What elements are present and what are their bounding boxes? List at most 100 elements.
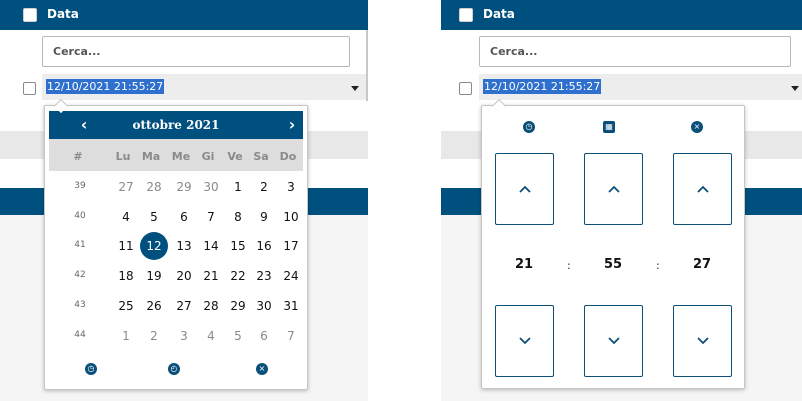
- increment-minutes-button[interactable]: [584, 153, 643, 225]
- calendar-day[interactable]: 7: [197, 203, 225, 231]
- increment-seconds-button[interactable]: [673, 153, 732, 225]
- calendar-day[interactable]: 2: [250, 173, 278, 201]
- chevron-up-icon: [697, 185, 709, 193]
- decrement-hours-button[interactable]: [495, 305, 554, 377]
- time-separator: :: [567, 259, 571, 272]
- weekday-label: Gi: [201, 150, 215, 163]
- datetime-field[interactable]: 12/10/2021 21:55:27: [42, 74, 368, 100]
- week-number: 40: [74, 211, 86, 221]
- week-number: 39: [74, 181, 86, 191]
- calendar-day[interactable]: 8: [224, 203, 252, 231]
- minutes-value[interactable]: 55: [593, 257, 633, 272]
- calendar-day[interactable]: 4: [112, 203, 140, 231]
- column-divider: [366, 30, 368, 101]
- calendar-day[interactable]: 1: [112, 322, 140, 350]
- week-number: 43: [74, 300, 86, 310]
- calendar-day[interactable]: 25: [112, 292, 140, 320]
- weekday-label: Do: [279, 150, 297, 163]
- row-checkbox[interactable]: [459, 82, 472, 95]
- calendar-day[interactable]: 3: [277, 173, 305, 201]
- calendar-day[interactable]: 6: [170, 203, 198, 231]
- calendar-day[interactable]: 30: [197, 173, 225, 201]
- weekday-label: Sa: [253, 150, 269, 163]
- decrement-seconds-button[interactable]: [673, 305, 732, 377]
- clock-icon[interactable]: ◴: [168, 363, 180, 375]
- calendar-icon[interactable]: ▦: [603, 121, 615, 133]
- calendar-day[interactable]: 18: [112, 262, 140, 290]
- calendar-day[interactable]: 15: [224, 232, 252, 260]
- datetime-value[interactable]: 12/10/2021 21:55:27: [483, 79, 602, 94]
- time-picker-popup: ◷ ▦ × 21 : 55 : 27: [481, 105, 745, 389]
- hours-value[interactable]: 21: [504, 257, 544, 272]
- calendar-day[interactable]: 26: [140, 292, 168, 320]
- calendar-day[interactable]: 22: [224, 262, 252, 290]
- weekday-label: Ve: [227, 150, 243, 163]
- filter-input[interactable]: Cerca...: [42, 36, 350, 67]
- date-picker-popup: ‹ ottobre 2021 › # Lu Ma Me Gi Ve Sa Do …: [44, 105, 308, 390]
- chevron-up-icon: [519, 185, 531, 193]
- seconds-value[interactable]: 27: [682, 257, 722, 272]
- column-title: Data: [483, 7, 515, 21]
- calendar-day[interactable]: 10: [277, 203, 305, 231]
- dropdown-arrow-icon[interactable]: [351, 86, 359, 91]
- month-header: ‹ ottobre 2021 ›: [49, 111, 303, 139]
- calendar-day[interactable]: 29: [224, 292, 252, 320]
- calendar-day[interactable]: 28: [140, 173, 168, 201]
- time-separator: :: [656, 259, 660, 272]
- calendar-day[interactable]: 17: [277, 232, 305, 260]
- weekday-header: # Lu Ma Me Gi Ve Sa Do: [49, 139, 303, 171]
- calendar-day[interactable]: 1: [224, 173, 252, 201]
- calendar-day[interactable]: 21: [197, 262, 225, 290]
- decrement-minutes-button[interactable]: [584, 305, 643, 377]
- calendar-day[interactable]: 29: [170, 173, 198, 201]
- week-number: 44: [74, 330, 86, 340]
- calendar-day[interactable]: 14: [197, 232, 225, 260]
- increment-hours-button[interactable]: [495, 153, 554, 225]
- week-number: 41: [74, 240, 86, 250]
- calendar-day[interactable]: 20: [170, 262, 198, 290]
- dropdown-arrow-icon[interactable]: [791, 86, 799, 91]
- calendar-day[interactable]: 5: [224, 322, 252, 350]
- calendar-day[interactable]: 2: [140, 322, 168, 350]
- calendar-day[interactable]: 30: [250, 292, 278, 320]
- week-number-header: #: [73, 150, 83, 163]
- select-all-checkbox[interactable]: [23, 8, 37, 22]
- calendar-day[interactable]: 7: [277, 322, 305, 350]
- calendar-day[interactable]: 4: [197, 322, 225, 350]
- chevron-down-icon: [519, 337, 531, 345]
- weekday-label: Me: [171, 150, 191, 163]
- select-all-checkbox[interactable]: [459, 8, 473, 22]
- clear-icon[interactable]: ×: [691, 121, 703, 133]
- calendar-day[interactable]: 27: [170, 292, 198, 320]
- calendar-day[interactable]: 28: [197, 292, 225, 320]
- chevron-right-icon[interactable]: ›: [282, 115, 302, 134]
- calendar-day[interactable]: 6: [250, 322, 278, 350]
- calendar-day[interactable]: 23: [250, 262, 278, 290]
- stopwatch-icon[interactable]: ◷: [85, 363, 97, 375]
- chevron-left-icon[interactable]: ‹: [74, 115, 94, 134]
- calendar-day[interactable]: 11: [112, 232, 140, 260]
- weekday-label: Lu: [115, 150, 131, 163]
- calendar-day[interactable]: 13: [170, 232, 198, 260]
- calendar-day[interactable]: 3: [170, 322, 198, 350]
- chevron-up-icon: [608, 185, 620, 193]
- chevron-down-icon: [608, 337, 620, 345]
- month-title[interactable]: ottobre 2021: [109, 118, 243, 132]
- calendar-day[interactable]: 9: [250, 203, 278, 231]
- calendar-day[interactable]: 5: [140, 203, 168, 231]
- row-checkbox[interactable]: [23, 82, 36, 95]
- datetime-field[interactable]: 12/10/2021 21:55:27: [479, 74, 802, 100]
- calendar-day[interactable]: 19: [140, 262, 168, 290]
- column-title: Data: [47, 7, 79, 21]
- calendar-day[interactable]: 31: [277, 292, 305, 320]
- column-header: Data: [441, 0, 802, 30]
- calendar-day[interactable]: 24: [277, 262, 305, 290]
- calendar-day[interactable]: 27: [112, 173, 140, 201]
- chevron-down-icon: [697, 337, 709, 345]
- datetime-value[interactable]: 12/10/2021 21:55:27: [46, 79, 165, 94]
- calendar-day[interactable]: 16: [250, 232, 278, 260]
- stopwatch-icon[interactable]: ◷: [523, 121, 535, 133]
- clear-icon[interactable]: ×: [256, 363, 268, 375]
- calendar-day-selected[interactable]: 12: [140, 232, 168, 260]
- filter-input[interactable]: Cerca...: [479, 36, 791, 67]
